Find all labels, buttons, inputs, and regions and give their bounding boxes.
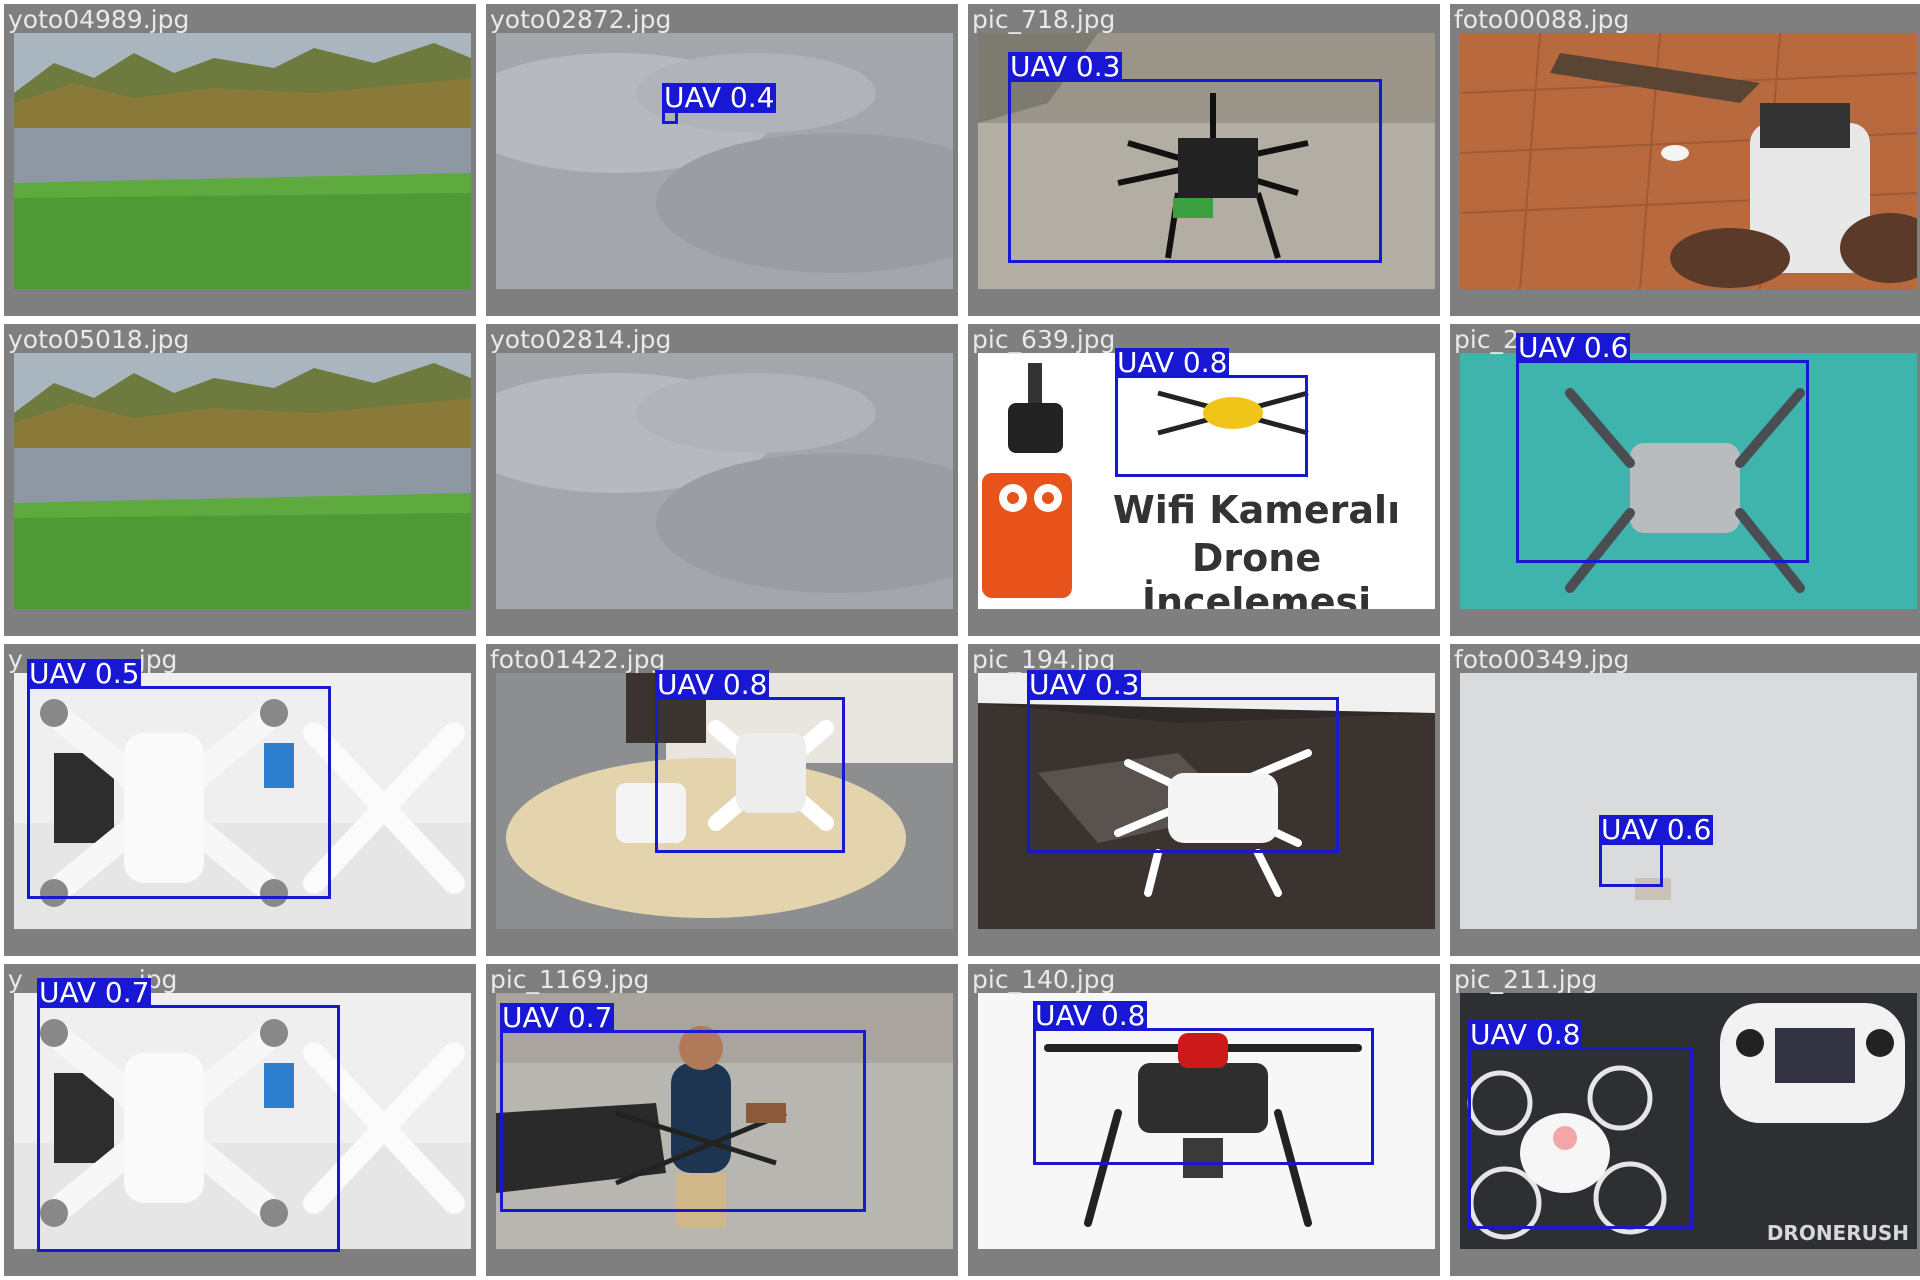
result-tile: yoto05018.jpg <box>4 324 476 636</box>
result-tile: pic_194.jpg UAV 0.3 <box>968 644 1440 956</box>
detection-box: UAV 0.7 <box>37 978 340 1252</box>
filename-text: pic_1169.jpg <box>490 965 650 994</box>
detection-label: UAV 0.4 <box>662 81 777 114</box>
watermark-text: DRONERUSH <box>1766 1221 1909 1245</box>
sample-photo <box>14 353 471 609</box>
result-tile: pic_140.jpg UAV 0.8 <box>968 964 1440 1276</box>
result-tile: pic_1169.jpg UAV 0.7 <box>486 964 958 1276</box>
detection-label: UAV 0.3 <box>1008 50 1123 83</box>
filename-text: y <box>8 645 23 674</box>
filename-label: pic_1169.jpg <box>490 966 649 994</box>
filename-text: foto00349.jpg <box>1454 645 1630 674</box>
filename-label: pic_718.jpg <box>972 6 1115 34</box>
detection-label: UAV 0.7 <box>500 1001 615 1034</box>
filename-label: foto01422.jpg <box>490 646 665 674</box>
filename-label: foto00349.jpg <box>1454 646 1629 674</box>
detection-label: UAV 0.8 <box>1468 1018 1583 1051</box>
result-tile: DRONERUSH pic_211.jpg UAV 0.8 <box>1450 964 1920 1276</box>
detection-box: UAV 0.4 <box>662 83 777 124</box>
detection-box: UAV 0.6 <box>1599 815 1714 887</box>
filename-label: pic_211.jpg <box>1454 966 1597 994</box>
filename-label: yoto02814.jpg <box>490 326 671 354</box>
detection-label: UAV 0.6 <box>1599 813 1714 846</box>
filename-label: pic_639.jpg <box>972 326 1115 354</box>
detection-box: UAV 0.7 <box>500 1003 866 1212</box>
detection-label: UAV 0.5 <box>27 657 142 690</box>
detection-label: UAV 0.6 <box>1516 331 1631 364</box>
detection-label: UAV 0.7 <box>37 976 152 1009</box>
filename-label: yoto05018.jpg <box>8 326 189 354</box>
detection-box: UAV 0.8 <box>1468 1020 1693 1229</box>
result-tile: yoto02814.jpg <box>486 324 958 636</box>
detection-label: UAV 0.3 <box>1027 668 1142 701</box>
sample-photo <box>496 33 953 289</box>
detection-box: UAV 0.3 <box>1008 52 1382 263</box>
filename-text: pic_2 <box>1454 325 1519 354</box>
filename-label: pic_2 <box>1454 326 1519 354</box>
photo-caption-text: Drone İncelemesi <box>1141 536 1372 609</box>
filename-label: yoto04989.jpg <box>8 6 189 34</box>
filename-text: yoto04989.jpg <box>8 5 190 34</box>
filename-label: pic_140.jpg <box>972 966 1115 994</box>
filename-text: foto00088.jpg <box>1454 5 1630 34</box>
result-tile: pic_2 UAV 0.6 <box>1450 324 1920 636</box>
result-tile: foto00349.jpg UAV 0.6 <box>1450 644 1920 956</box>
result-tile: pic_718.jpg UAV 0.3 <box>968 4 1440 316</box>
result-tile: yoto02872.jpg UAV 0.4 <box>486 4 958 316</box>
filename-text: pic_639.jpg <box>972 325 1116 354</box>
result-tile: Wifi Kameralı Drone İncelemesi pic_639.jpg… <box>968 324 1440 636</box>
filename-text: pic_718.jpg <box>972 5 1116 34</box>
sample-photo <box>14 33 471 289</box>
detection-box: UAV 0.8 <box>655 670 845 853</box>
filename-label: foto00088.jpg <box>1454 6 1629 34</box>
sample-photo <box>1460 673 1917 929</box>
detection-label: UAV 0.8 <box>655 668 770 701</box>
result-tile: y .jpg UAV 0.7 <box>4 964 476 1276</box>
detection-results-grid: yoto04989.jpg yoto02872.jpg UAV 0.4 pic_7… <box>0 0 1920 1280</box>
result-tile: yoto04989.jpg <box>4 4 476 316</box>
result-tile: foto01422.jpg UAV 0.8 <box>486 644 958 956</box>
result-tile: y .jpg UAV 0.5 <box>4 644 476 956</box>
detection-box: UAV 0.6 <box>1516 333 1809 563</box>
detection-box: UAV 0.3 <box>1027 670 1339 853</box>
detection-box: UAV 0.8 <box>1033 1001 1374 1165</box>
filename-label: yoto02872.jpg <box>490 6 671 34</box>
sample-photo <box>496 353 953 609</box>
result-tile: foto00088.jpg <box>1450 4 1920 316</box>
photo-caption-text: Wifi Kameralı <box>1112 488 1401 532</box>
sample-photo <box>1460 33 1917 289</box>
detection-box: UAV 0.8 <box>1115 348 1308 477</box>
detection-label: UAV 0.8 <box>1033 999 1148 1032</box>
filename-text: yoto02872.jpg <box>490 5 672 34</box>
filename-text: foto01422.jpg <box>490 645 666 674</box>
detection-box: UAV 0.5 <box>27 659 331 899</box>
filename-text: pic_211.jpg <box>1454 965 1598 994</box>
filename-text: y <box>8 965 23 994</box>
filename-text: yoto02814.jpg <box>490 325 672 354</box>
filename-text: pic_140.jpg <box>972 965 1116 994</box>
filename-text: yoto05018.jpg <box>8 325 190 354</box>
detection-label: UAV 0.8 <box>1115 346 1230 379</box>
